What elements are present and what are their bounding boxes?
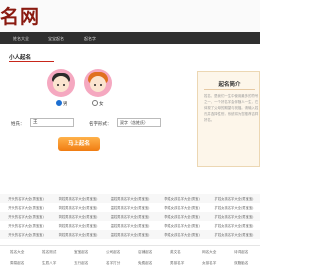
name-list-table: 开头的名字大全(男宝宝) 简姓男孩名字大全(男宝宝) 温姓男孩名字大全(男宝宝) 李姓… [0, 194, 260, 239]
male-label: 男 [63, 102, 68, 107]
site-header: 名网 [0, 0, 260, 32]
footer-link[interactable]: 英文名 [170, 250, 181, 255]
female-radio[interactable] [92, 100, 98, 106]
name-list-link[interactable]: 简姓男孩名字大全(男宝宝) [52, 221, 104, 230]
footer-link[interactable]: 名字打分 [106, 261, 120, 266]
format-label: 名字形式： [89, 122, 112, 127]
name-list-link[interactable]: 扩姓女孩名字大全(男宝宝) [208, 203, 260, 212]
nav-item-home[interactable]: 姓名大全 [13, 36, 29, 42]
intro-panel: 起名简介 姓名，是我们一生中使用最多的符号之一，一个好名字会伴随人一生，它体现了… [197, 71, 260, 167]
male-radio[interactable] [56, 100, 62, 106]
footer-link[interactable]: 宝宝起名 [74, 250, 88, 255]
footer-divider [0, 245, 260, 246]
name-list-link[interactable]: 开头的名字大全(男宝宝) [0, 230, 52, 239]
footer-link[interactable]: 女孩名字 [202, 261, 216, 266]
gender-female-option[interactable]: 女 [92, 100, 104, 107]
name-list-link[interactable]: 开头的名字大全(男宝宝) [0, 203, 52, 212]
footer-link[interactable]: 免费起名 [138, 261, 152, 266]
footer-link[interactable]: 双胞胎名 [234, 261, 248, 266]
table-row: 开头的名字大全(男宝宝) 简姓男孩名字大全(男宝宝) 温姓男孩名字大全(男宝宝) 李姓… [0, 212, 260, 221]
boy-avatar-icon[interactable] [47, 69, 75, 97]
table-row: 开头的名字大全(男宝宝) 简姓男孩名字大全(男宝宝) 温姓男孩名字大全(男宝宝) 李姓… [0, 221, 260, 230]
name-list-link[interactable]: 李姓女孩名字大全(男宝) [156, 203, 208, 212]
gender-male-option[interactable]: 男 [56, 100, 68, 107]
surname-label: 姓氏： [11, 122, 25, 127]
girl-avatar-icon[interactable] [84, 69, 112, 97]
footer-link[interactable]: 周易起名 [10, 261, 24, 266]
footer-link[interactable]: 男孩名字 [170, 261, 184, 266]
nav-item-baby[interactable]: 起名字 [84, 36, 96, 42]
table-row: 开头的名字大全(男宝宝) 简姓男孩名字大全(男宝宝) 温姓男孩名字大全(男宝宝) 李姓… [0, 194, 260, 203]
footer-link[interactable]: 网名大全 [202, 250, 216, 255]
name-list-link[interactable]: 李姓女孩名字大全(男宝) [156, 230, 208, 239]
table-row: 开头的名字大全(男宝宝) 简姓男孩名字大全(男宝宝) 温姓男孩名字大全(男宝宝) 李姓… [0, 230, 260, 239]
name-list-link[interactable]: 扩姓女孩名字大全(男宝宝) [208, 194, 260, 203]
surname-input[interactable]: 王 [30, 118, 74, 127]
name-list-link[interactable]: 开头的名字大全(男宝宝) [0, 194, 52, 203]
footer-link[interactable]: 诗词起名 [234, 250, 248, 255]
site-logo[interactable]: 名网 [0, 2, 40, 29]
footer-link[interactable]: 姓名测试 [42, 250, 56, 255]
footer-link[interactable]: 公司起名 [106, 250, 120, 255]
name-list-link[interactable]: 扩姓女孩名字大全(男宝宝) [208, 230, 260, 239]
name-list-link[interactable]: 李姓女孩名字大全(男宝) [156, 212, 208, 221]
name-list-link[interactable]: 扩姓女孩名字大全(男宝宝) [208, 212, 260, 221]
name-list-link[interactable]: 李姓女孩名字大全(男宝) [156, 221, 208, 230]
female-label: 女 [99, 102, 104, 107]
footer-link[interactable]: 生辰八字 [42, 261, 56, 266]
table-row: 开头的名字大全(男宝宝) 简姓男孩名字大全(男宝宝) 温姓男孩名字大全(男宝宝) 李姓… [0, 203, 260, 212]
name-list-link[interactable]: 开头的名字大全(男宝宝) [0, 212, 52, 221]
name-format-select[interactable]: 双字（含姓氏） [117, 118, 161, 127]
name-list-link[interactable]: 扩姓女孩名字大全(男宝宝) [208, 221, 260, 230]
nav-item-names[interactable]: 宝宝起名 [48, 36, 64, 42]
name-list-link[interactable]: 李姓女孩名字大全(男宝) [156, 194, 208, 203]
name-list-link[interactable]: 温姓男孩名字大全(男宝宝) [104, 221, 156, 230]
name-list-link[interactable]: 温姓男孩名字大全(男宝宝) [104, 194, 156, 203]
section-title: 小人起名 [9, 55, 32, 61]
footer-link[interactable]: 姓名大全 [10, 250, 24, 255]
name-list-link[interactable]: 温姓男孩名字大全(男宝宝) [104, 230, 156, 239]
name-list-link[interactable]: 简姓男孩名字大全(男宝宝) [52, 230, 104, 239]
name-list-link[interactable]: 简姓男孩名字大全(男宝宝) [52, 212, 104, 221]
intro-text: 姓名，是我们一生中使用最多的符号之一，一个好名字会伴随人一生，它体现了父母的期望… [204, 94, 259, 122]
intro-title: 起名简介 [218, 82, 241, 88]
intro-divider [204, 89, 255, 90]
footer-link[interactable]: 店铺起名 [138, 250, 152, 255]
generate-name-button[interactable]: 马上起名 [58, 137, 100, 151]
name-list-link[interactable]: 开头的名字大全(男宝宝) [0, 221, 52, 230]
name-list-link[interactable]: 简姓男孩名字大全(男宝宝) [52, 194, 104, 203]
name-list-link[interactable]: 温姓男孩名字大全(男宝宝) [104, 212, 156, 221]
footer-link[interactable]: 五行起名 [74, 261, 88, 266]
main-nav: 姓名大全 宝宝起名 起名字 [0, 32, 260, 44]
name-list-link[interactable]: 温姓男孩名字大全(男宝宝) [104, 203, 156, 212]
name-list-link[interactable]: 简姓男孩名字大全(男宝宝) [52, 203, 104, 212]
section-underline [9, 61, 54, 62]
